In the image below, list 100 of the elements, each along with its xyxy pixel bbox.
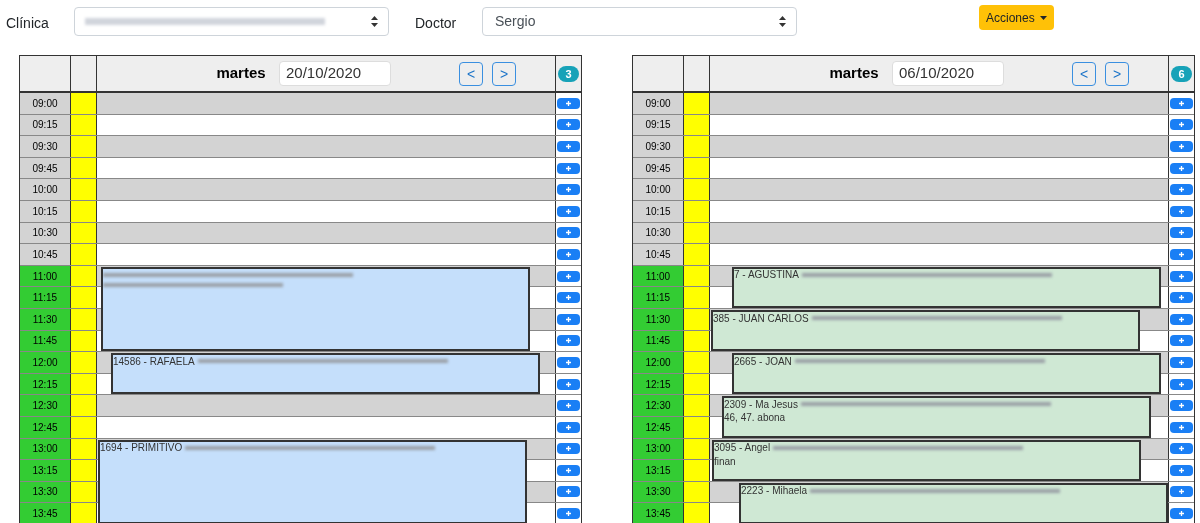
date-field[interactable]: 06/10/2020 xyxy=(892,61,1004,86)
add-button[interactable] xyxy=(557,378,580,390)
appointment-block[interactable]: 2665 - JOAN xyxy=(732,353,1161,395)
plus-icon xyxy=(1179,316,1184,322)
add-button[interactable] xyxy=(1170,508,1193,520)
actions-button[interactable]: Acciones xyxy=(979,5,1054,30)
add-button[interactable] xyxy=(557,292,580,304)
add-button[interactable] xyxy=(557,486,580,498)
add-button[interactable] xyxy=(1170,464,1193,476)
add-button[interactable] xyxy=(557,119,580,131)
plus-icon xyxy=(1179,359,1184,365)
plus-icon xyxy=(566,122,571,128)
plus-icon xyxy=(1179,446,1184,452)
time-cell: 11:15 xyxy=(20,287,71,308)
add-button[interactable] xyxy=(557,227,580,239)
plus-icon xyxy=(566,230,571,236)
appointment-block[interactable]: 2309 - Ma Jesus 46, 47. abona xyxy=(722,396,1151,438)
plus-icon xyxy=(566,273,571,279)
plus-icon xyxy=(1179,230,1184,236)
time-cell: 11:30 xyxy=(20,308,71,330)
previous-button[interactable]: < xyxy=(1072,61,1096,86)
add-button[interactable] xyxy=(1170,378,1193,390)
add-button[interactable] xyxy=(1170,335,1193,347)
time-cell: 09:15 xyxy=(633,114,684,136)
add-button[interactable] xyxy=(557,464,580,476)
slot-cell[interactable] xyxy=(710,136,1169,157)
status-marker xyxy=(71,395,97,416)
time-cell: 13:30 xyxy=(633,481,684,503)
slot-cell[interactable] xyxy=(97,179,556,200)
add-button[interactable] xyxy=(557,335,580,347)
appointment-block[interactable]: 14586 - RAFAELA xyxy=(111,353,540,395)
add-button[interactable] xyxy=(1170,97,1193,109)
appointment-block[interactable]: 385 - JUAN CARLOS xyxy=(711,310,1140,352)
add-button[interactable] xyxy=(1170,162,1193,174)
clinic-label: Clínica xyxy=(6,14,50,33)
plus-icon xyxy=(1179,100,1184,106)
add-button[interactable] xyxy=(1170,313,1193,325)
plus-icon xyxy=(1179,489,1184,495)
next-button[interactable]: > xyxy=(492,61,516,86)
time-cell: 11:00 xyxy=(20,265,71,287)
add-button[interactable] xyxy=(557,421,580,433)
slot-cell[interactable] xyxy=(97,222,556,244)
slot-cell[interactable] xyxy=(97,93,556,114)
appointment-block[interactable]: 1694 - PRIMITIVO xyxy=(98,439,527,523)
time-cell: 11:30 xyxy=(633,308,684,330)
add-button[interactable] xyxy=(1170,119,1193,131)
add-button[interactable] xyxy=(1170,184,1193,196)
add-button[interactable] xyxy=(1170,227,1193,239)
add-button[interactable] xyxy=(557,270,580,282)
plus-icon xyxy=(566,381,571,387)
add-button[interactable] xyxy=(1170,486,1193,498)
time-cell: 09:30 xyxy=(633,136,684,157)
add-button[interactable] xyxy=(1170,270,1193,282)
appointment-block[interactable]: 3095 - Angel finan xyxy=(712,439,1141,481)
plus-icon xyxy=(566,338,571,344)
slot-cell[interactable] xyxy=(710,93,1169,114)
date-field[interactable]: 20/10/2020 xyxy=(279,61,391,86)
add-button[interactable] xyxy=(557,508,580,520)
next-button[interactable]: > xyxy=(1105,61,1129,86)
add-button[interactable] xyxy=(557,356,580,368)
add-button[interactable] xyxy=(1170,356,1193,368)
add-button[interactable] xyxy=(1170,292,1193,304)
plus-icon xyxy=(566,295,571,301)
plus-icon xyxy=(1179,122,1184,128)
add-button[interactable] xyxy=(1170,205,1193,217)
add-button[interactable] xyxy=(557,205,580,217)
time-cell: 12:45 xyxy=(20,416,71,438)
add-button[interactable] xyxy=(1170,421,1193,433)
doctor-select[interactable]: Sergio xyxy=(482,7,797,36)
add-button[interactable] xyxy=(1170,400,1193,412)
appointment-block[interactable] xyxy=(101,266,530,352)
previous-button[interactable]: < xyxy=(459,61,483,86)
add-button[interactable] xyxy=(557,400,580,412)
status-marker xyxy=(71,136,97,157)
plus-icon xyxy=(1179,403,1184,409)
slot-cell[interactable] xyxy=(710,222,1169,244)
time-cell: 10:15 xyxy=(20,200,71,222)
add-button[interactable] xyxy=(557,184,580,196)
patient-name: 3095 - Angel xyxy=(714,441,771,456)
doctor-value: Sergio xyxy=(495,12,536,31)
patient-name: 1694 - PRIMITIVO xyxy=(100,441,183,456)
slot-cell[interactable] xyxy=(97,136,556,157)
appointment-block[interactable]: 2223 - Mihaela xyxy=(739,482,1168,523)
time-cell: 10:30 xyxy=(20,222,71,244)
time-cell: 11:45 xyxy=(20,330,71,352)
add-button[interactable] xyxy=(557,443,580,455)
add-button[interactable] xyxy=(557,248,580,260)
add-button[interactable] xyxy=(557,313,580,325)
add-button[interactable] xyxy=(1170,248,1193,260)
count-badge: 3 xyxy=(558,66,579,82)
slot-cell[interactable] xyxy=(97,395,556,416)
add-button[interactable] xyxy=(557,97,580,109)
slot-cell[interactable] xyxy=(710,179,1169,200)
caret-icon xyxy=(1039,15,1047,20)
plus-icon xyxy=(566,165,571,171)
appointment-block[interactable]: 7 - AGUSTINA xyxy=(732,266,1161,308)
add-button[interactable] xyxy=(1170,443,1193,455)
add-button[interactable] xyxy=(1170,141,1193,152)
add-button[interactable] xyxy=(557,141,580,152)
add-button[interactable] xyxy=(557,162,580,174)
